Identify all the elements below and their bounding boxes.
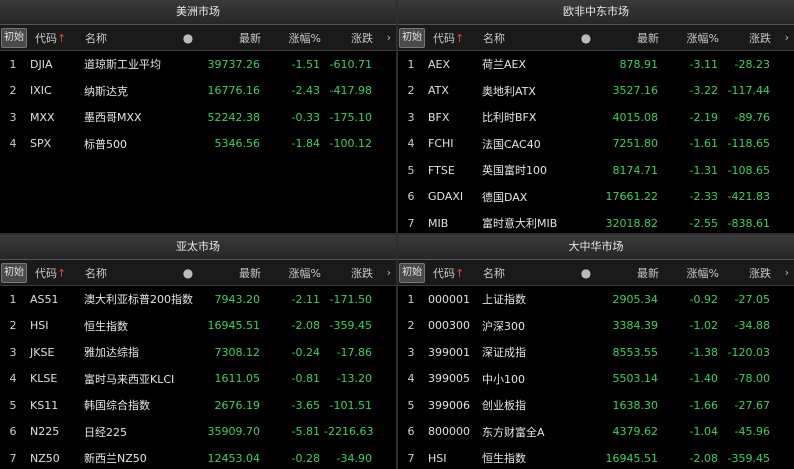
scroll-right-icon[interactable]: ›: [775, 266, 789, 279]
column-code[interactable]: 代码↑: [425, 265, 483, 281]
sort-arrow-icon: ↑: [455, 266, 465, 280]
table-row[interactable]: 6 N225 日经225 35909.70 -5.81 -2216.63: [0, 419, 396, 446]
table-row[interactable]: 2 HSI 恒生指数 16945.51 -2.08 -359.45: [0, 313, 396, 340]
column-change-pct[interactable]: 涨幅%: [663, 30, 723, 46]
column-header: 初始 代码↑ 名称 ● 最新 涨幅% 涨跌 ›: [398, 25, 794, 51]
table-row[interactable]: 4 SPX 标普500 5346.56 -1.84 -100.12: [0, 131, 396, 158]
table-row[interactable]: 1 000001 上证指数 2905.34 -0.92 -27.05: [398, 286, 794, 313]
column-change[interactable]: 涨跌: [325, 265, 377, 281]
table-row[interactable]: 3 BFX 比利时BFX 4015.08 -2.19 -89.76: [398, 104, 794, 131]
table-row[interactable]: 7 MIB 富时意大利MIB 32018.82 -2.55 -838.61: [398, 210, 794, 233]
table-row[interactable]: 6 GDAXI 德国DAX 17661.22 -2.33 -421.83: [398, 184, 794, 211]
column-latest[interactable]: 最新: [593, 30, 663, 46]
scroll-right-icon[interactable]: ›: [377, 31, 391, 44]
table-body: 1 000001 上证指数 2905.34 -0.92 -27.05 2 000300 沪深3…: [398, 286, 794, 469]
scroll-right-icon[interactable]: ›: [775, 31, 789, 44]
column-change[interactable]: 涨跌: [325, 30, 377, 46]
table-row[interactable]: 3 399001 深证成指 8553.55 -1.38 -120.03: [398, 339, 794, 366]
table-row[interactable]: 4 399005 中小100 5503.14 -1.40 -78.00: [398, 366, 794, 393]
table-row[interactable]: 6 800000 东方财富全A 4379.62 -1.04 -45.96: [398, 419, 794, 446]
table-row[interactable]: 4 FCHI 法国CAC40 7251.80 -1.61 -118.65: [398, 131, 794, 158]
table-row[interactable]: 7 NZ50 新西兰NZ50 12453.04 -0.28 -34.90: [0, 445, 396, 469]
column-header: 初始 代码↑ 名称 ● 最新 涨幅% 涨跌 ›: [0, 25, 396, 51]
panel-greater-china: 大中华市场 初始 代码↑ 名称 ● 最新 涨幅% 涨跌 › 1 000001 上证指…: [398, 235, 794, 469]
column-change-pct[interactable]: 涨幅%: [265, 265, 325, 281]
table-row[interactable]: 3 JKSE 雅加达综指 7308.12 -0.24 -17.86: [0, 339, 396, 366]
dot-icon: ●: [580, 265, 592, 280]
reset-sort-button[interactable]: 初始: [1, 27, 27, 48]
table-body: 1 AS51 澳大利亚标普200指数 7943.20 -2.11 -171.50 2 HSI…: [0, 286, 396, 469]
column-header: 初始 代码↑ 名称 ● 最新 涨幅% 涨跌 ›: [398, 260, 794, 286]
panel-asia-pacific: 亚太市场 初始 代码↑ 名称 ● 最新 涨幅% 涨跌 › 1 AS51 澳大利亚标普…: [0, 235, 396, 469]
dot-icon: ●: [580, 30, 592, 45]
column-change-pct[interactable]: 涨幅%: [265, 30, 325, 46]
reset-sort-button[interactable]: 初始: [1, 262, 27, 283]
table-row[interactable]: 2 ATX 奥地利ATX 3527.16 -3.22 -117.44: [398, 78, 794, 105]
dot-icon: ●: [182, 30, 194, 45]
column-latest[interactable]: 最新: [195, 30, 265, 46]
reset-sort-button[interactable]: 初始: [399, 262, 425, 283]
table-row[interactable]: 2 IXIC 纳斯达克 16776.16 -2.43 -417.98: [0, 78, 396, 105]
scroll-right-icon[interactable]: ›: [377, 266, 391, 279]
table-row[interactable]: 4 KLSE 富时马来西亚KLCI 1611.05 -0.81 -13.20: [0, 366, 396, 393]
reset-sort-button[interactable]: 初始: [399, 27, 425, 48]
column-change[interactable]: 涨跌: [723, 265, 775, 281]
table-body: 1 AEX 荷兰AEX 878.91 -3.11 -28.23 2 ATX 奥地利ATX 352…: [398, 51, 794, 233]
sort-arrow-icon: ↑: [57, 31, 67, 45]
panel-title: 欧非中东市场: [398, 0, 794, 25]
panel-title: 美洲市场: [0, 0, 396, 25]
table-row[interactable]: 5 KS11 韩国综合指数 2676.19 -3.65 -101.51: [0, 392, 396, 419]
column-code[interactable]: 代码↑: [425, 30, 483, 46]
table-row[interactable]: 5 FTSE 英国富时100 8174.71 -1.31 -108.65: [398, 157, 794, 184]
table-body: 1 DJIA 道琼斯工业平均 39737.26 -1.51 -610.71 2 IXIC 纳斯…: [0, 51, 396, 157]
panel-title: 亚太市场: [0, 235, 396, 260]
column-code[interactable]: 代码↑: [27, 30, 85, 46]
panel-title: 大中华市场: [398, 235, 794, 260]
column-latest[interactable]: 最新: [195, 265, 265, 281]
dot-icon: ●: [182, 265, 194, 280]
panel-emea: 欧非中东市场 初始 代码↑ 名称 ● 最新 涨幅% 涨跌 › 1 AEX 荷兰AEX…: [398, 0, 794, 233]
column-change[interactable]: 涨跌: [723, 30, 775, 46]
table-row[interactable]: 5 399006 创业板指 1638.30 -1.66 -27.67: [398, 392, 794, 419]
table-row[interactable]: 1 DJIA 道琼斯工业平均 39737.26 -1.51 -610.71: [0, 51, 396, 78]
table-row[interactable]: 1 AEX 荷兰AEX 878.91 -3.11 -28.23: [398, 51, 794, 78]
table-row[interactable]: 3 MXX 墨西哥MXX 52242.38 -0.33 -175.10: [0, 104, 396, 131]
panel-americas: 美洲市场 初始 代码↑ 名称 ● 最新 涨幅% 涨跌 › 1 DJIA 道琼斯工业平…: [0, 0, 396, 233]
table-row[interactable]: 7 HSI 恒生指数 16945.51 -2.08 -359.45: [398, 445, 794, 469]
column-header: 初始 代码↑ 名称 ● 最新 涨幅% 涨跌 ›: [0, 260, 396, 286]
column-name[interactable]: 名称: [85, 265, 181, 281]
column-name[interactable]: 名称: [483, 265, 579, 281]
table-row[interactable]: 1 AS51 澳大利亚标普200指数 7943.20 -2.11 -171.50: [0, 286, 396, 313]
sort-arrow-icon: ↑: [57, 266, 67, 280]
column-name[interactable]: 名称: [85, 30, 181, 46]
table-row[interactable]: 2 000300 沪深300 3384.39 -1.02 -34.88: [398, 313, 794, 340]
column-change-pct[interactable]: 涨幅%: [663, 265, 723, 281]
column-code[interactable]: 代码↑: [27, 265, 85, 281]
column-latest[interactable]: 最新: [593, 265, 663, 281]
sort-arrow-icon: ↑: [455, 31, 465, 45]
column-name[interactable]: 名称: [483, 30, 579, 46]
